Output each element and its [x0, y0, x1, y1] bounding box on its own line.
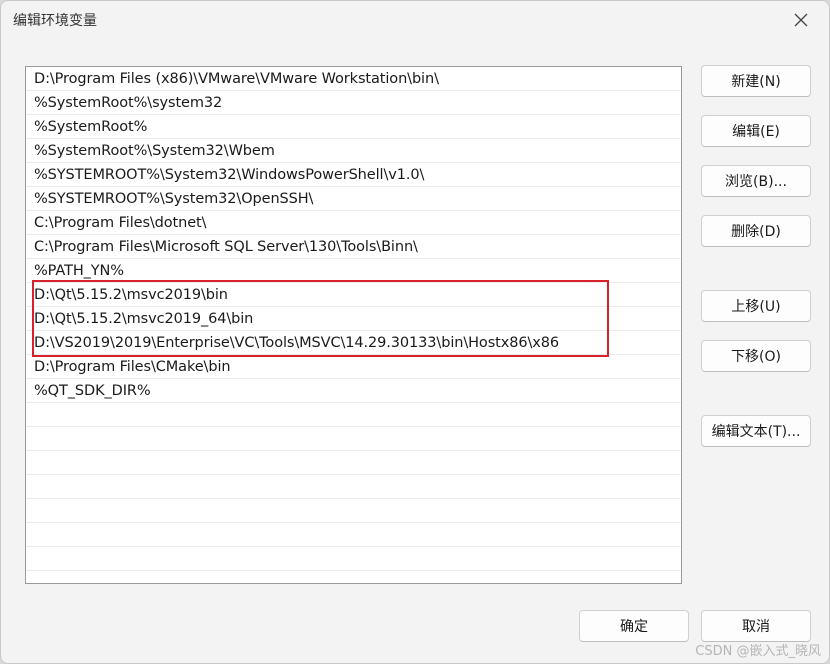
edit-button[interactable]: 编辑(E) [701, 115, 811, 147]
list-item[interactable] [26, 451, 681, 475]
watermark: CSDN @嵌入式_晓风 [695, 644, 821, 659]
list-item[interactable]: %SystemRoot%\System32\Wbem [26, 139, 681, 163]
list-item[interactable]: %SYSTEMROOT%\System32\WindowsPowerShell\… [26, 163, 681, 187]
edit-environment-variable-dialog: 编辑环境变量 D:\Program Files (x86)\VMware\VMw… [0, 0, 830, 664]
browse-button[interactable]: 浏览(B)... [701, 165, 811, 197]
path-list[interactable]: D:\Program Files (x86)\VMware\VMware Wor… [25, 66, 682, 584]
list-item[interactable]: %SYSTEMROOT%\System32\OpenSSH\ [26, 187, 681, 211]
list-item[interactable] [26, 523, 681, 547]
list-item[interactable] [26, 547, 681, 571]
ok-button[interactable]: 确定 [579, 610, 689, 642]
list-item[interactable]: D:\Qt\5.15.2\msvc2019\bin [26, 283, 681, 307]
list-item[interactable]: %QT_SDK_DIR% [26, 379, 681, 403]
list-item[interactable] [26, 499, 681, 523]
list-item[interactable]: D:\Qt\5.15.2\msvc2019_64\bin [26, 307, 681, 331]
list-item[interactable] [26, 571, 681, 583]
close-icon [794, 13, 808, 27]
list-item[interactable]: %SystemRoot%\system32 [26, 91, 681, 115]
move-down-button[interactable]: 下移(O) [701, 340, 811, 372]
list-item[interactable]: D:\VS2019\2019\Enterprise\VC\Tools\MSVC\… [26, 331, 681, 355]
list-item[interactable]: C:\Program Files\Microsoft SQL Server\13… [26, 235, 681, 259]
list-item[interactable]: D:\Program Files\CMake\bin [26, 355, 681, 379]
dialog-title: 编辑环境变量 [13, 13, 97, 29]
title-bar: 编辑环境变量 [1, 1, 829, 39]
list-item[interactable]: D:\Program Files (x86)\VMware\VMware Wor… [26, 67, 681, 91]
new-button[interactable]: 新建(N) [701, 65, 811, 97]
cancel-button[interactable]: 取消 [701, 610, 811, 642]
list-item[interactable]: %PATH_YN% [26, 259, 681, 283]
close-button[interactable] [783, 5, 819, 35]
list-item[interactable] [26, 403, 681, 427]
move-up-button[interactable]: 上移(U) [701, 290, 811, 322]
delete-button[interactable]: 删除(D) [701, 215, 811, 247]
list-item[interactable]: %SystemRoot% [26, 115, 681, 139]
edit-text-button[interactable]: 编辑文本(T)... [701, 415, 811, 447]
list-item[interactable]: C:\Program Files\dotnet\ [26, 211, 681, 235]
list-item[interactable] [26, 427, 681, 451]
list-item[interactable] [26, 475, 681, 499]
